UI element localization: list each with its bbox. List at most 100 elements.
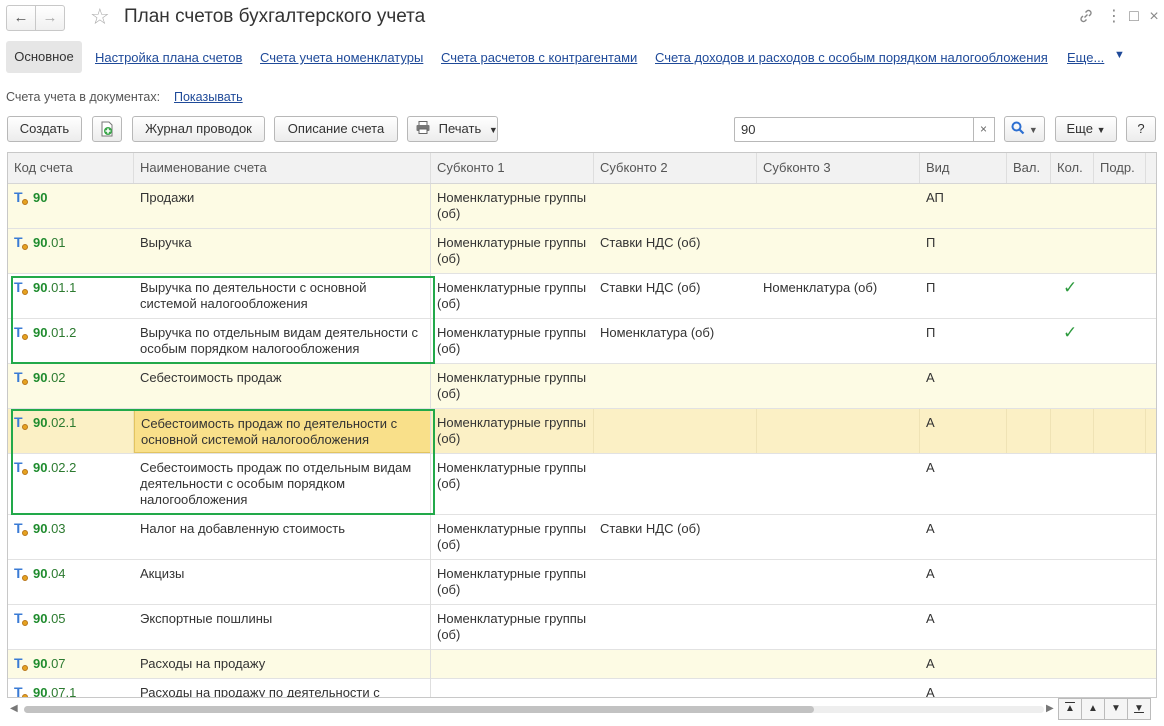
cell-kind[interactable]: А <box>920 515 1007 559</box>
col-kind[interactable]: Вид <box>920 153 1007 183</box>
cell-quantity[interactable] <box>1051 229 1094 273</box>
cell-kind[interactable]: АП <box>920 184 1007 228</box>
menu-dots-icon[interactable]: ⋮ <box>1104 8 1124 26</box>
cell-subconto-2[interactable]: Ставки НДС (об) <box>594 229 757 273</box>
cell-subconto-3[interactable] <box>757 364 920 408</box>
back-button[interactable]: ← <box>6 5 36 31</box>
cell-subconto-3[interactable] <box>757 229 920 273</box>
cell-quantity[interactable]: ✓ <box>1051 319 1094 363</box>
cell-account-name[interactable]: Выручка по отдельным видам деятельности … <box>134 319 431 363</box>
cell-account-code[interactable]: T 90.05 <box>8 605 134 649</box>
scroll-left-icon[interactable]: ◀ <box>10 703 18 715</box>
link-icon[interactable] <box>1076 8 1096 29</box>
cell-kind[interactable]: А <box>920 364 1007 408</box>
col-subconto-3[interactable]: Субконто 3 <box>757 153 920 183</box>
cell-account-name[interactable]: Продажи <box>134 184 431 228</box>
maximize-icon[interactable]: □ <box>1124 8 1144 26</box>
tab-special-tax-accounts[interactable]: Счета доходов и расходов с особым порядк… <box>655 50 1048 65</box>
cell-subconto-1[interactable]: Номенклатурные группы (об) <box>431 229 594 273</box>
cell-account-code[interactable]: T 90.07 <box>8 650 134 678</box>
table-row[interactable]: T 90.01.2 Выручка по отдельным видам деяте… <box>8 319 1156 364</box>
cell-subconto-1[interactable] <box>431 650 594 678</box>
cell-division[interactable] <box>1094 605 1146 649</box>
cell-quantity[interactable] <box>1051 605 1094 649</box>
cell-account-code[interactable]: T 90.01.2 <box>8 319 134 363</box>
go-first-button[interactable]: ▲ <box>1058 698 1082 720</box>
cell-subconto-1[interactable]: Номенклатурные группы (об) <box>431 274 594 318</box>
search-input[interactable] <box>734 117 974 142</box>
go-last-button[interactable]: ▼ <box>1127 698 1151 720</box>
cell-subconto-3[interactable] <box>757 454 920 514</box>
cell-subconto-1[interactable]: Номенклатурные группы (об) <box>431 364 594 408</box>
copy-button[interactable] <box>92 116 122 142</box>
cell-subconto-3[interactable] <box>757 679 920 697</box>
tab-chart-settings[interactable]: Настройка плана счетов <box>95 50 242 65</box>
col-subconto-1[interactable]: Субконто 1 <box>431 153 594 183</box>
create-button[interactable]: Создать <box>7 116 82 142</box>
cell-quantity[interactable] <box>1051 650 1094 678</box>
cell-subconto-3[interactable] <box>757 650 920 678</box>
more-button[interactable]: Еще ▼ <box>1055 116 1117 142</box>
cell-subconto-3[interactable] <box>757 605 920 649</box>
cell-kind[interactable]: П <box>920 229 1007 273</box>
tab-counterparty-accounts[interactable]: Счета расчетов с контрагентами <box>441 50 637 65</box>
cell-subconto-3[interactable] <box>757 409 920 453</box>
cell-quantity[interactable] <box>1051 364 1094 408</box>
account-description-button[interactable]: Описание счета <box>274 116 398 142</box>
cell-account-name[interactable]: Себестоимость продаж <box>134 364 431 408</box>
table-row[interactable]: T 90.02 Себестоимость продаж Номенклатурные… <box>8 364 1156 409</box>
cell-division[interactable] <box>1094 454 1146 514</box>
forward-button[interactable]: → <box>35 5 65 31</box>
tab-more[interactable]: Еще... <box>1067 50 1104 65</box>
col-quantity[interactable]: Кол. <box>1051 153 1094 183</box>
cell-account-code[interactable]: T 90.01.1 <box>8 274 134 318</box>
clear-search-icon[interactable]: × <box>973 117 995 142</box>
table-row[interactable]: T 90.05 Экспортные пошлины Номенклатурные г… <box>8 605 1156 650</box>
cell-division[interactable] <box>1094 679 1146 697</box>
cell-currency[interactable] <box>1007 364 1051 408</box>
cell-kind[interactable]: А <box>920 605 1007 649</box>
col-division[interactable]: Подр. <box>1094 153 1146 183</box>
col-code[interactable]: Код счета <box>8 153 134 183</box>
cell-currency[interactable] <box>1007 679 1051 697</box>
cell-account-name[interactable]: Выручка <box>134 229 431 273</box>
favorite-star-icon[interactable]: ☆ <box>90 3 110 31</box>
cell-division[interactable] <box>1094 560 1146 604</box>
cell-subconto-2[interactable] <box>594 605 757 649</box>
cell-currency[interactable] <box>1007 409 1051 453</box>
print-button[interactable]: Печать ▼ <box>407 116 498 142</box>
cell-subconto-2[interactable]: Ставки НДС (об) <box>594 515 757 559</box>
cell-division[interactable] <box>1094 184 1146 228</box>
cell-quantity[interactable] <box>1051 560 1094 604</box>
cell-subconto-2[interactable] <box>594 454 757 514</box>
cell-currency[interactable] <box>1007 319 1051 363</box>
cell-currency[interactable] <box>1007 454 1051 514</box>
scroll-up-button[interactable]: ▲ <box>1081 698 1105 720</box>
cell-account-code[interactable]: T 90.02.1 <box>8 409 134 453</box>
cell-account-name[interactable]: Акцизы <box>134 560 431 604</box>
table-row[interactable]: T 90.02.2 Себестоимость продаж по отдельны… <box>8 454 1156 515</box>
cell-subconto-2[interactable] <box>594 184 757 228</box>
table-row[interactable]: T 90 Продажи Номенклатурные группы (об) АП <box>8 184 1156 229</box>
cell-currency[interactable] <box>1007 229 1051 273</box>
cell-subconto-2[interactable] <box>594 679 757 697</box>
cell-quantity[interactable] <box>1051 679 1094 697</box>
scroll-down-button[interactable]: ▼ <box>1104 698 1128 720</box>
cell-currency[interactable] <box>1007 274 1051 318</box>
cell-division[interactable] <box>1094 650 1146 678</box>
cell-subconto-3[interactable] <box>757 560 920 604</box>
cell-subconto-2[interactable] <box>594 364 757 408</box>
cell-account-code[interactable]: T 90.03 <box>8 515 134 559</box>
cell-account-name[interactable]: Экспортные пошлины <box>134 605 431 649</box>
cell-subconto-1[interactable] <box>431 679 594 697</box>
cell-kind[interactable]: А <box>920 679 1007 697</box>
journal-button[interactable]: Журнал проводок <box>132 116 265 142</box>
cell-subconto-3[interactable] <box>757 319 920 363</box>
cell-division[interactable] <box>1094 515 1146 559</box>
cell-account-name[interactable]: Себестоимость продаж по деятельности с о… <box>134 409 431 453</box>
cell-division[interactable] <box>1094 319 1146 363</box>
tab-main[interactable]: Основное <box>6 41 82 73</box>
cell-division[interactable] <box>1094 274 1146 318</box>
cell-subconto-1[interactable]: Номенклатурные группы (об) <box>431 560 594 604</box>
cell-account-name[interactable]: Налог на добавленную стоимость <box>134 515 431 559</box>
